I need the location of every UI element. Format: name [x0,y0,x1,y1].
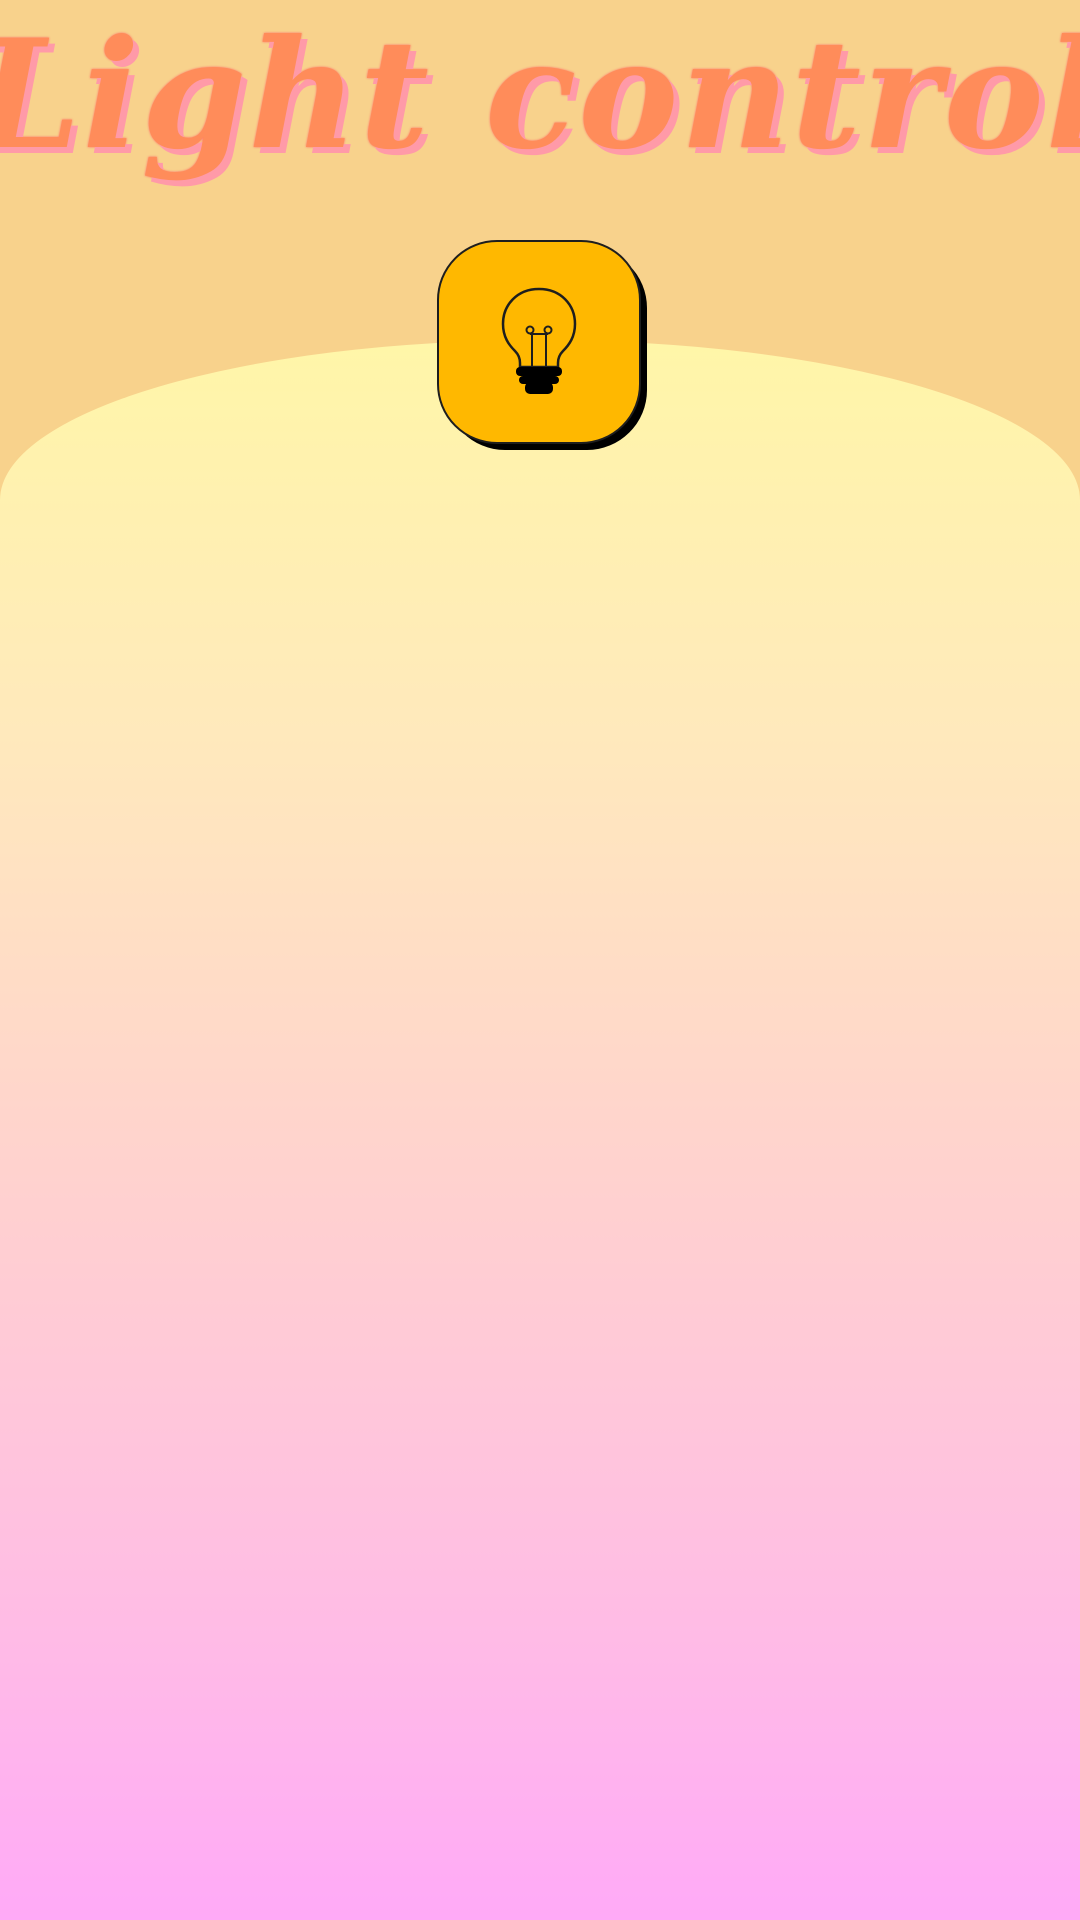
lightbulb-icon [499,287,579,397]
page-title: Light control [0,7,1080,183]
content-panel [0,340,1080,1920]
light-toggle-container [437,240,647,450]
light-toggle-button[interactable] [437,240,641,444]
header: Light control [0,0,1080,240]
